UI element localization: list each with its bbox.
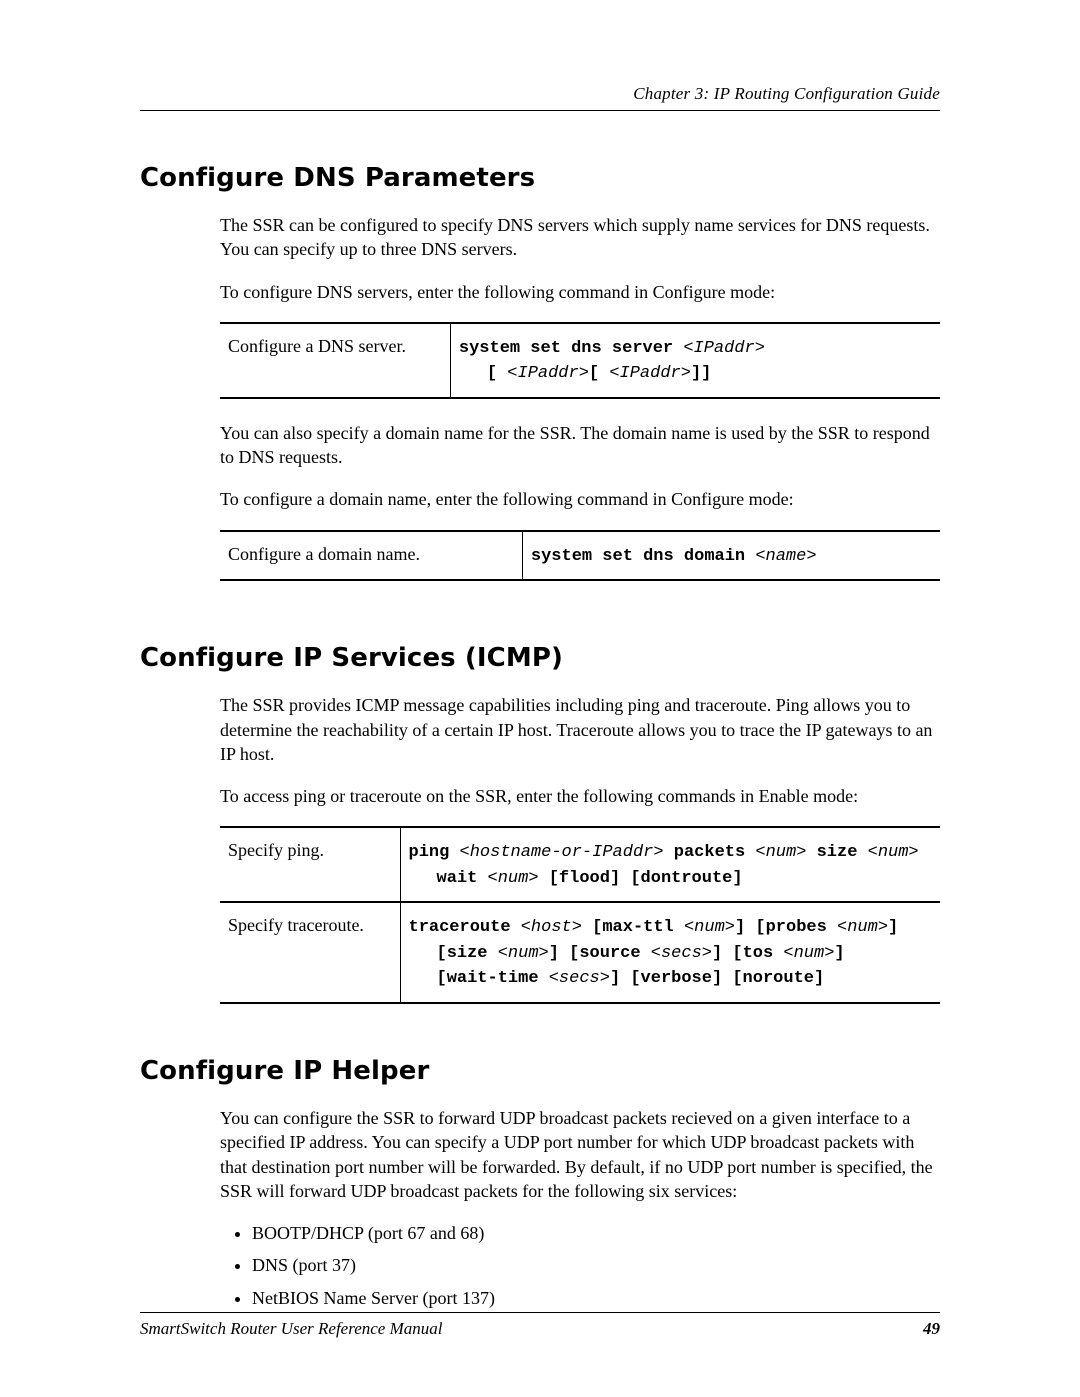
paragraph: To configure DNS servers, enter the foll… [220,280,940,304]
cmd-arg: <name> [755,547,816,566]
cmd-arg: <num> [488,869,539,888]
table-cell-desc: Specify traceroute. [220,902,400,1003]
cmd-arg: <num> [684,918,735,937]
cmd-arg: <secs> [651,944,712,963]
section-body-dns: The SSR can be configured to specify DNS… [220,213,940,581]
cmd-kw: system set dns domain [531,547,755,566]
table-row: Specify ping. ping <hostname-or-IPaddr> … [220,827,940,902]
cmd-arg: <IPaddr> [507,364,589,383]
cmd-kw: [max-ttl [582,918,684,937]
list-item: BOOTP/DHCP (port 67 and 68) [252,1221,940,1245]
command-table-icmp: Specify ping. ping <hostname-or-IPaddr> … [220,826,940,1004]
cmd-kw: [wait-time [437,969,549,988]
cmd-kw: [ [487,364,507,383]
cmd-kw: ]] [691,364,711,383]
paragraph: You can also specify a domain name for t… [220,421,940,470]
cmd-kw: ] [probes [735,918,837,937]
table-cell-cmd: ping <hostname-or-IPaddr> packets <num> … [400,827,940,902]
page: Chapter 3: IP Routing Configuration Guid… [0,0,1080,1397]
cmd-kw: ] [tos [712,944,783,963]
paragraph: To access ping or traceroute on the SSR,… [220,784,940,808]
cmd-kw: size [806,843,867,862]
footer-title: SmartSwitch Router User Reference Manual [140,1319,442,1339]
cmd-kw: wait [437,869,488,888]
cmd-arg: <IPaddr> [609,364,691,383]
list-item: NetBIOS Name Server (port 137) [252,1286,940,1310]
cmd-arg: <secs> [549,969,610,988]
list-item: DNS (port 37) [252,1253,940,1277]
command-table-dns-domain: Configure a domain name. system set dns … [220,530,940,582]
cmd-kw: [flood] [dontroute] [539,869,743,888]
cmd-arg: <num> [837,918,888,937]
table-cell-desc: Configure a domain name. [220,531,522,581]
section-body-helper: You can configure the SSR to forward UDP… [220,1106,940,1310]
cmd-arg: <IPaddr> [683,339,765,358]
paragraph: The SSR provides ICMP message capabiliti… [220,693,940,766]
section-title-helper: Configure IP Helper [140,1056,940,1086]
table-cell-cmd: system set dns server <IPaddr> [ <IPaddr… [450,323,940,398]
cmd-kw: [ [589,364,609,383]
bullet-list: BOOTP/DHCP (port 67 and 68) DNS (port 37… [230,1221,940,1310]
paragraph: You can configure the SSR to forward UDP… [220,1106,940,1203]
table-cell-desc: Configure a DNS server. [220,323,450,398]
section-title-dns: Configure DNS Parameters [140,163,940,193]
cmd-arg: <hostname-or-IPaddr> [460,843,664,862]
cmd-arg: <num> [498,944,549,963]
cmd-kw: [size [437,944,498,963]
running-header: Chapter 3: IP Routing Configuration Guid… [140,84,940,111]
table-cell-desc: Specify ping. [220,827,400,902]
table-row: Configure a domain name. system set dns … [220,531,940,581]
paragraph: The SSR can be configured to specify DNS… [220,213,940,262]
cmd-kw: ] [834,944,844,963]
cmd-kw: ] [verbose] [noroute] [610,969,824,988]
table-row: Specify traceroute. traceroute <host> [m… [220,902,940,1003]
cmd-kw: packets [664,843,756,862]
section-title-icmp: Configure IP Services (ICMP) [140,643,940,673]
table-cell-cmd: system set dns domain <name> [522,531,940,581]
table-cell-cmd: traceroute <host> [max-ttl <num>] [probe… [400,902,940,1003]
page-footer: SmartSwitch Router User Reference Manual… [140,1312,940,1339]
cmd-arg: <num> [783,944,834,963]
cmd-arg: <num> [868,843,919,862]
table-row: Configure a DNS server. system set dns s… [220,323,940,398]
page-number: 49 [923,1319,940,1339]
cmd-kw: traceroute [409,918,521,937]
cmd-kw: ] [888,918,898,937]
cmd-kw: ] [source [549,944,651,963]
cmd-kw: ping [409,843,460,862]
command-table-dns-server: Configure a DNS server. system set dns s… [220,322,940,399]
cmd-kw: system set dns server [459,339,683,358]
cmd-arg: <num> [755,843,806,862]
cmd-arg: <host> [521,918,582,937]
paragraph: To configure a domain name, enter the fo… [220,487,940,511]
section-body-icmp: The SSR provides ICMP message capabiliti… [220,693,940,1004]
